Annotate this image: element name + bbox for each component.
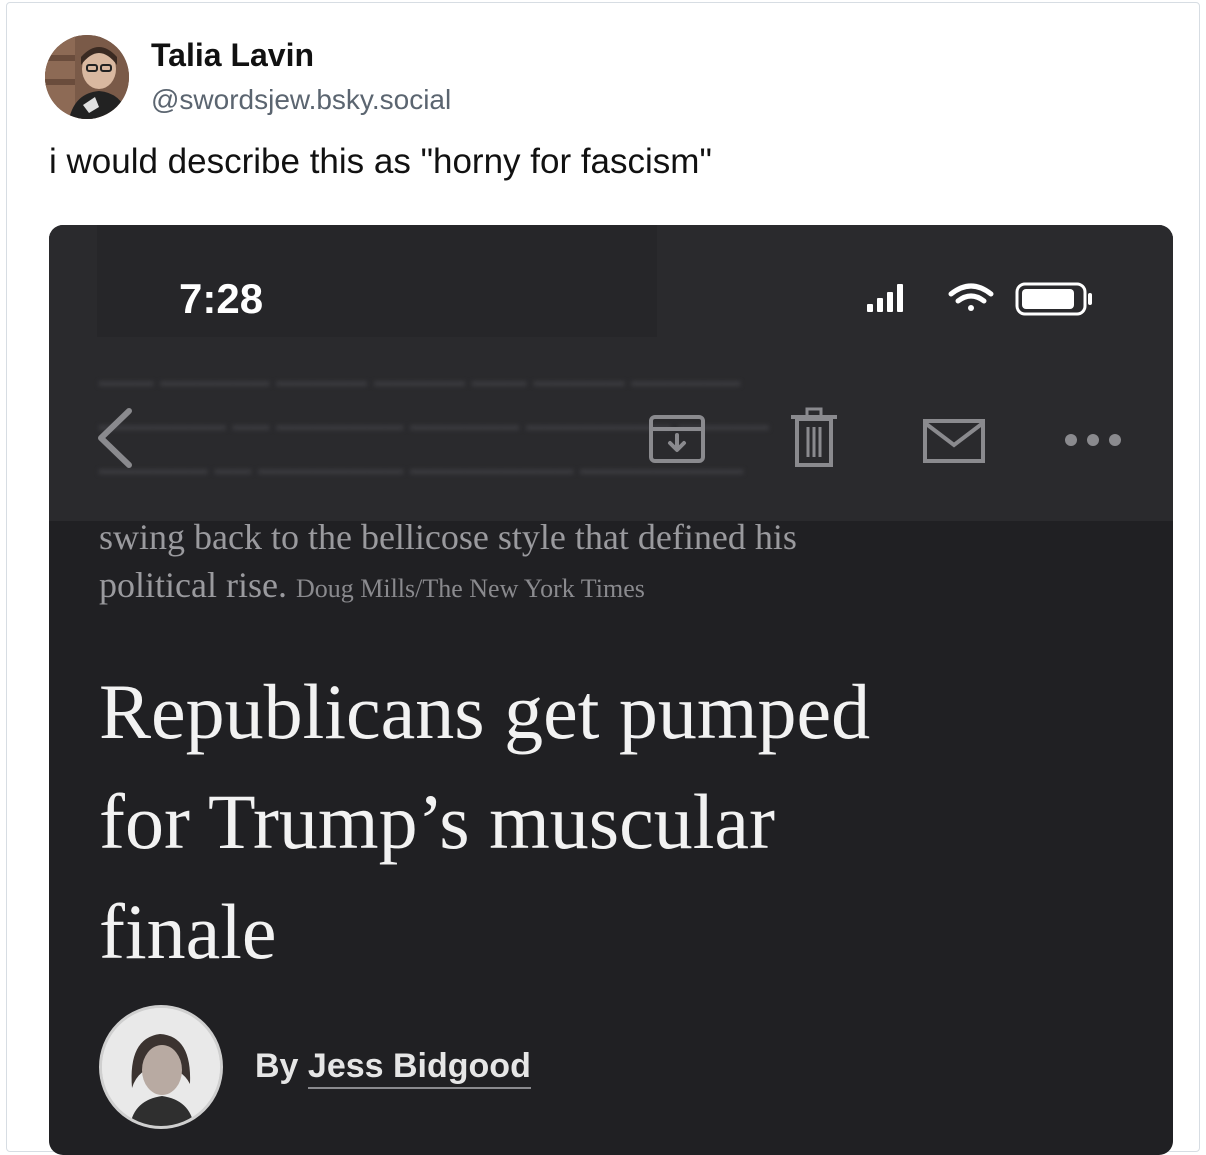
headline-line: Republicans get pumped	[99, 668, 871, 755]
post-text: i would describe this as "horny for fasc…	[49, 142, 712, 181]
status-icons	[867, 280, 1137, 325]
avatar[interactable]	[45, 35, 129, 119]
headline-line: finale	[99, 888, 277, 975]
status-time: 7:28	[179, 275, 264, 322]
headline-line: for Trump’s muscular	[99, 778, 776, 865]
caption-line: swing back to the bellicose style that d…	[99, 517, 797, 557]
handle[interactable]: @swordsjew.bsky.social	[151, 84, 451, 116]
photo-credit: Doug Mills/The New York Times	[295, 574, 645, 603]
author-photo	[102, 1008, 220, 1126]
app-toolbar-area: 7:28 ━━━ ━━━━━━ ━━━━━ ━━━━━ ━━━ ━━━━━ ━━…	[49, 225, 1173, 521]
byline: By Jess Bidgood	[255, 1047, 531, 1089]
archive-icon[interactable]	[647, 413, 707, 465]
battery-icon	[1015, 282, 1092, 316]
mail-icon[interactable]	[921, 417, 987, 465]
more-icon[interactable]	[1063, 433, 1123, 447]
back-chevron-icon[interactable]	[93, 405, 137, 471]
display-name[interactable]: Talia Lavin	[151, 37, 314, 74]
article-headline: Republicans get pumped for Trump’s muscu…	[99, 657, 1119, 987]
author-avatar[interactable]	[99, 1005, 223, 1129]
avatar-image	[45, 35, 129, 119]
caption-line: political rise.	[99, 565, 287, 605]
post-card: Talia Lavin @swordsjew.bsky.social i wou…	[6, 2, 1200, 1155]
trash-icon[interactable]	[789, 407, 839, 469]
embedded-screenshot[interactable]: 7:28 ━━━ ━━━━━━ ━━━━━ ━━━━━ ━━━ ━━━━━ ━━…	[49, 225, 1173, 1155]
byline-prefix: By	[255, 1047, 299, 1085]
photo-caption: swing back to the bellicose style that d…	[99, 513, 1119, 613]
author-link[interactable]: Jess Bidgood	[307, 1047, 531, 1089]
wifi-icon	[948, 283, 994, 311]
caption-line-with-credit: political rise. Doug Mills/The New York …	[99, 561, 1119, 613]
signal-icon	[867, 284, 903, 312]
